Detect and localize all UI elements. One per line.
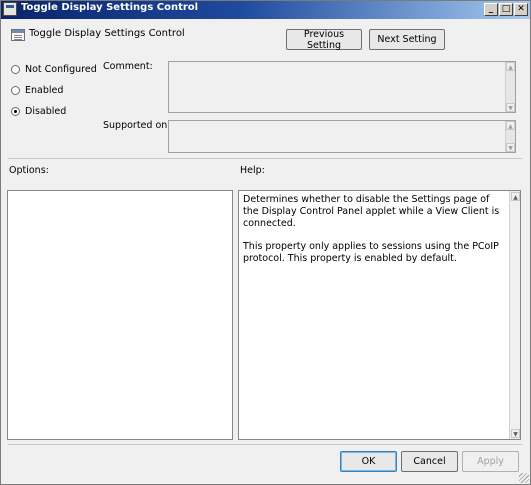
radio-circle[interactable] bbox=[11, 65, 20, 74]
separator bbox=[8, 158, 522, 159]
options-pane[interactable] bbox=[7, 190, 233, 440]
previous-setting-button[interactable]: Previous Setting bbox=[286, 29, 362, 51]
supported-on-label: Supported on: bbox=[103, 120, 171, 131]
resize-grip[interactable] bbox=[519, 473, 529, 483]
radio-label: Enabled bbox=[25, 85, 64, 96]
radio-label: Disabled bbox=[25, 106, 67, 117]
cancel-button[interactable]: Cancel bbox=[401, 451, 458, 472]
comment-scrollbar[interactable]: ▲ ▼ bbox=[505, 62, 515, 112]
restore-button[interactable]: □ bbox=[499, 3, 513, 16]
radio-disabled[interactable]: Disabled bbox=[11, 106, 66, 117]
radio-label: Not Configured bbox=[25, 64, 97, 75]
help-paragraph: Determines whether to disable the Settin… bbox=[243, 194, 500, 229]
scroll-up-icon[interactable]: ▲ bbox=[506, 121, 515, 130]
minimize-button[interactable]: _ bbox=[484, 3, 498, 16]
radio-enabled[interactable]: Enabled bbox=[11, 85, 63, 96]
scroll-down-icon[interactable]: ▼ bbox=[511, 429, 520, 438]
setting-name: Toggle Display Settings Control bbox=[29, 28, 185, 39]
help-scrollbar[interactable]: ▲ ▼ bbox=[509, 191, 520, 439]
scroll-down-icon[interactable]: ▼ bbox=[506, 143, 515, 152]
ok-button[interactable]: OK bbox=[340, 451, 397, 472]
app-icon bbox=[3, 2, 17, 16]
apply-button[interactable]: Apply bbox=[462, 451, 519, 472]
options-label: Options: bbox=[9, 165, 49, 176]
supported-scrollbar[interactable]: ▲ ▼ bbox=[505, 121, 515, 152]
radio-not-configured[interactable]: Not Configured bbox=[11, 64, 97, 75]
scroll-up-icon[interactable]: ▲ bbox=[506, 62, 515, 71]
radio-circle[interactable] bbox=[11, 107, 20, 116]
help-paragraph: This property only applies to sessions u… bbox=[243, 241, 499, 264]
close-button[interactable]: ✕ bbox=[514, 3, 528, 16]
separator bbox=[8, 444, 522, 445]
comment-field[interactable]: ▲ ▼ bbox=[168, 61, 516, 113]
radio-circle[interactable] bbox=[11, 86, 20, 95]
supported-on-field: ▲ ▼ bbox=[168, 120, 516, 153]
help-text: Determines whether to disable the Settin… bbox=[243, 194, 505, 276]
policy-setting-icon bbox=[11, 29, 25, 41]
comment-label: Comment: bbox=[103, 61, 153, 72]
scroll-up-icon[interactable]: ▲ bbox=[511, 192, 520, 201]
window-title: Toggle Display Settings Control bbox=[21, 2, 199, 13]
next-setting-button[interactable]: Next Setting bbox=[369, 29, 445, 50]
scroll-down-icon[interactable]: ▼ bbox=[506, 103, 515, 112]
help-pane[interactable]: Determines whether to disable the Settin… bbox=[238, 190, 521, 440]
help-label: Help: bbox=[240, 165, 265, 176]
